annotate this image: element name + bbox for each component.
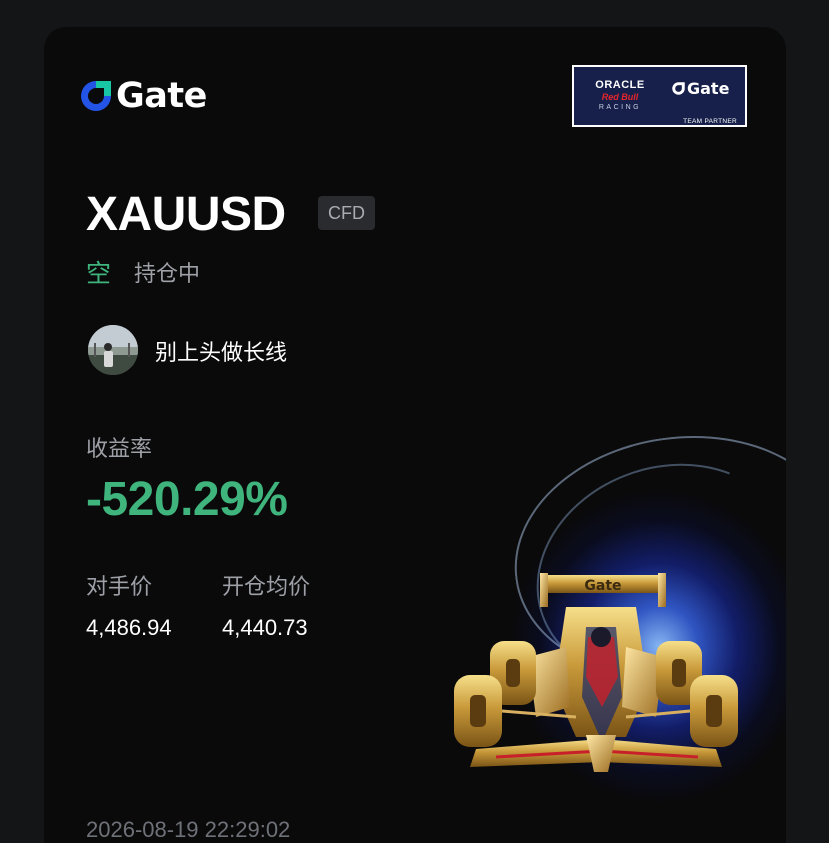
mark-price-label: 对手价 [86,575,153,600]
position-status: 持仓中 [134,262,201,287]
cfd-badge: CFD [318,196,375,230]
gate-logo-icon [81,81,111,111]
partner-redbull: Red Bull [601,92,639,102]
roi-label: 收益率 [86,437,153,462]
entry-price-value: 4,440.73 [222,615,308,640]
share-card: Gate ORACLE Red Bull RACING Gate TEAM PA… [44,27,786,843]
symbol-title: XAUUSD [86,188,286,241]
roi-value: -520.29% [86,473,288,526]
f1-car-image: Gate [454,573,738,772]
partner-caption: TEAM PARTNER [683,118,737,125]
username: 别上头做长线 [155,341,288,366]
svg-text:Gate: Gate [584,578,621,594]
gate-logo: Gate [78,76,207,116]
gate-logo-icon [672,82,685,95]
partner-oracle: ORACLE [595,79,645,91]
partner-gate-text: Gate [687,79,730,98]
mark-price-value: 4,486.94 [86,615,172,640]
avatar-image [88,325,138,375]
avatar [88,325,138,375]
position-side: 空 [86,259,112,288]
brand-name: Gate [116,76,207,116]
entry-price-label: 开仓均价 [222,575,311,600]
partner-badge: ORACLE Red Bull RACING Gate TEAM PARTNER [572,65,747,127]
partner-racing: RACING [598,104,642,111]
timestamp: 2026-08-19 22:29:02 [86,817,291,842]
